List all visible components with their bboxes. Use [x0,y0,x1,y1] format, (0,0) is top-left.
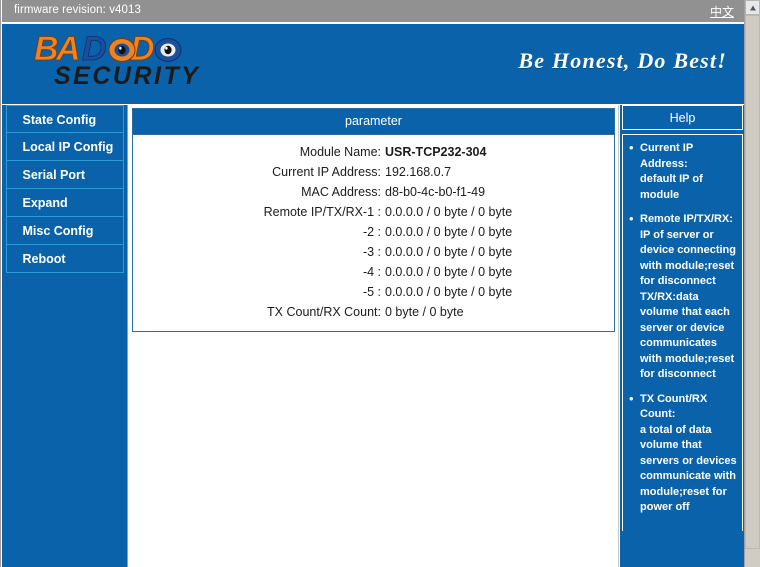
parameter-row: -4 : 0.0.0.0 / 0 byte / 0 byte [133,262,614,282]
sidebar-item-state-config[interactable]: State Config [5,105,124,133]
badodo-logo: B A ¯ D D [34,31,274,67]
parameter-value: 0.0.0.0 / 0 byte / 0 byte [385,285,513,299]
help-entry-definition: IP of server or device connecting with m… [640,228,736,381]
scrollbar-track[interactable] [745,15,760,567]
parameter-value: d8-b0-4c-b0-f1-49 [385,185,486,199]
sidebar-item-label: Serial Port [22,168,86,182]
parameter-row: -5 : 0.0.0.0 / 0 byte / 0 byte [133,282,614,302]
scroll-up-arrow-icon[interactable] [745,0,760,15]
sidebar-item-local-ip-config[interactable]: Local IP Config [5,133,124,161]
parameter-value: USR-TCP232-304 [385,145,487,159]
main-content: parameter Module Name: USR-TCP232-304 Cu… [129,105,619,567]
help-entry-definition: default IP of module [640,173,703,201]
language-switch-link[interactable]: 中文 [710,3,734,20]
triangle-up-icon [749,5,756,10]
sidebar-item-label: Misc Config [22,224,94,238]
logo-subtitle: SECURITY [54,62,201,90]
sidebar-item-label: Reboot [22,252,66,266]
scrollbar-thumb[interactable] [745,15,760,549]
help-entry-term: Current IP Address: [640,142,693,170]
parameter-row: TX Count/RX Count: 0 byte / 0 byte [133,302,614,322]
help-panel: Help Current IP Address: default IP of m… [620,105,744,567]
help-entry-definition: a total of data volume that servers or d… [640,423,737,514]
parameter-value: 0.0.0.0 / 0 byte / 0 byte [385,205,513,219]
parameter-label: -3 : [362,245,381,259]
parameter-label: -4 : [362,265,381,279]
parameter-label: -2 : [362,225,381,239]
site-header: B A ¯ D D SECURITY Be Honest, Do Best! [2,24,744,104]
page-body: State Config Local IP Config Serial Port… [2,105,744,567]
sidebar-nav: State Config Local IP Config Serial Port… [2,105,128,567]
parameter-value: 0.0.0.0 / 0 byte / 0 byte [385,225,513,239]
parameter-value: 0 byte / 0 byte [385,305,464,319]
parameter-row: Current IP Address: 192.168.0.7 [133,162,614,182]
sidebar-item-label: Local IP Config [22,140,114,154]
sidebar-item-expand-function[interactable]: Expand Function [5,189,124,238]
parameter-label: MAC Address: [301,185,381,199]
parameter-label: Current IP Address: [272,165,381,179]
browser-scrollbar[interactable] [744,0,760,567]
help-entry-term: Remote IP/TX/RX: [640,213,733,225]
help-entry: Current IP Address: default IP of module [629,140,738,203]
help-entry-list: Current IP Address: default IP of module… [627,140,738,516]
logo-eye-1 [108,38,136,62]
page-root: firmware revision: v4013 中文 B A ¯ D D SE… [0,0,760,567]
sidebar-item-misc-config[interactable]: Misc Config [5,217,124,245]
sidebar-item-reboot[interactable]: Reboot [5,245,124,273]
parameter-row: -2 : 0.0.0.0 / 0 byte / 0 byte [133,222,614,242]
header-slogan: Be Honest, Do Best! [518,48,727,73]
parameter-value: 0.0.0.0 / 0 byte / 0 byte [385,265,513,279]
sidebar-item-label: State Config [22,113,97,127]
parameter-row: -3 : 0.0.0.0 / 0 byte / 0 byte [133,242,614,262]
parameter-value: 192.168.0.7 [385,165,452,179]
svg-text:¯: ¯ [53,31,63,45]
logo-eye-2 [154,38,182,62]
help-panel-title: Help [622,105,743,130]
parameter-row: Module Name: USR-TCP232-304 [133,142,614,162]
parameter-panel: parameter Module Name: USR-TCP232-304 Cu… [132,108,615,332]
parameter-value: 0.0.0.0 / 0 byte / 0 byte [385,245,513,259]
parameter-panel-title: parameter [133,109,614,135]
help-entry-term: TX Count/RX Count: [640,392,708,421]
help-entry: Remote IP/TX/RX: IP of server or device … [629,211,738,383]
parameter-label: Remote IP/TX/RX-1 : [263,205,381,219]
parameter-row: MAC Address: d8-b0-4c-b0-f1-49 [133,182,614,202]
sidebar-item-serial-port[interactable]: Serial Port [5,161,124,189]
help-panel-body: Current IP Address: default IP of module… [622,134,743,531]
parameter-label: -5 : [362,285,381,299]
parameter-label: Module Name: [299,145,381,159]
parameter-list: Module Name: USR-TCP232-304 Current IP A… [133,135,614,331]
parameter-row: Remote IP/TX/RX-1 : 0.0.0.0 / 0 byte / 0… [133,202,614,222]
parameter-label: TX Count/RX Count: [267,305,381,319]
firmware-revision-bar: firmware revision: v4013 中文 [2,0,744,22]
browser-viewport: firmware revision: v4013 中文 B A ¯ D D SE… [0,0,744,567]
help-entry: TX Count/RX Count: a total of data volum… [629,391,738,516]
firmware-revision-label: firmware revision: v4013 [14,4,142,16]
